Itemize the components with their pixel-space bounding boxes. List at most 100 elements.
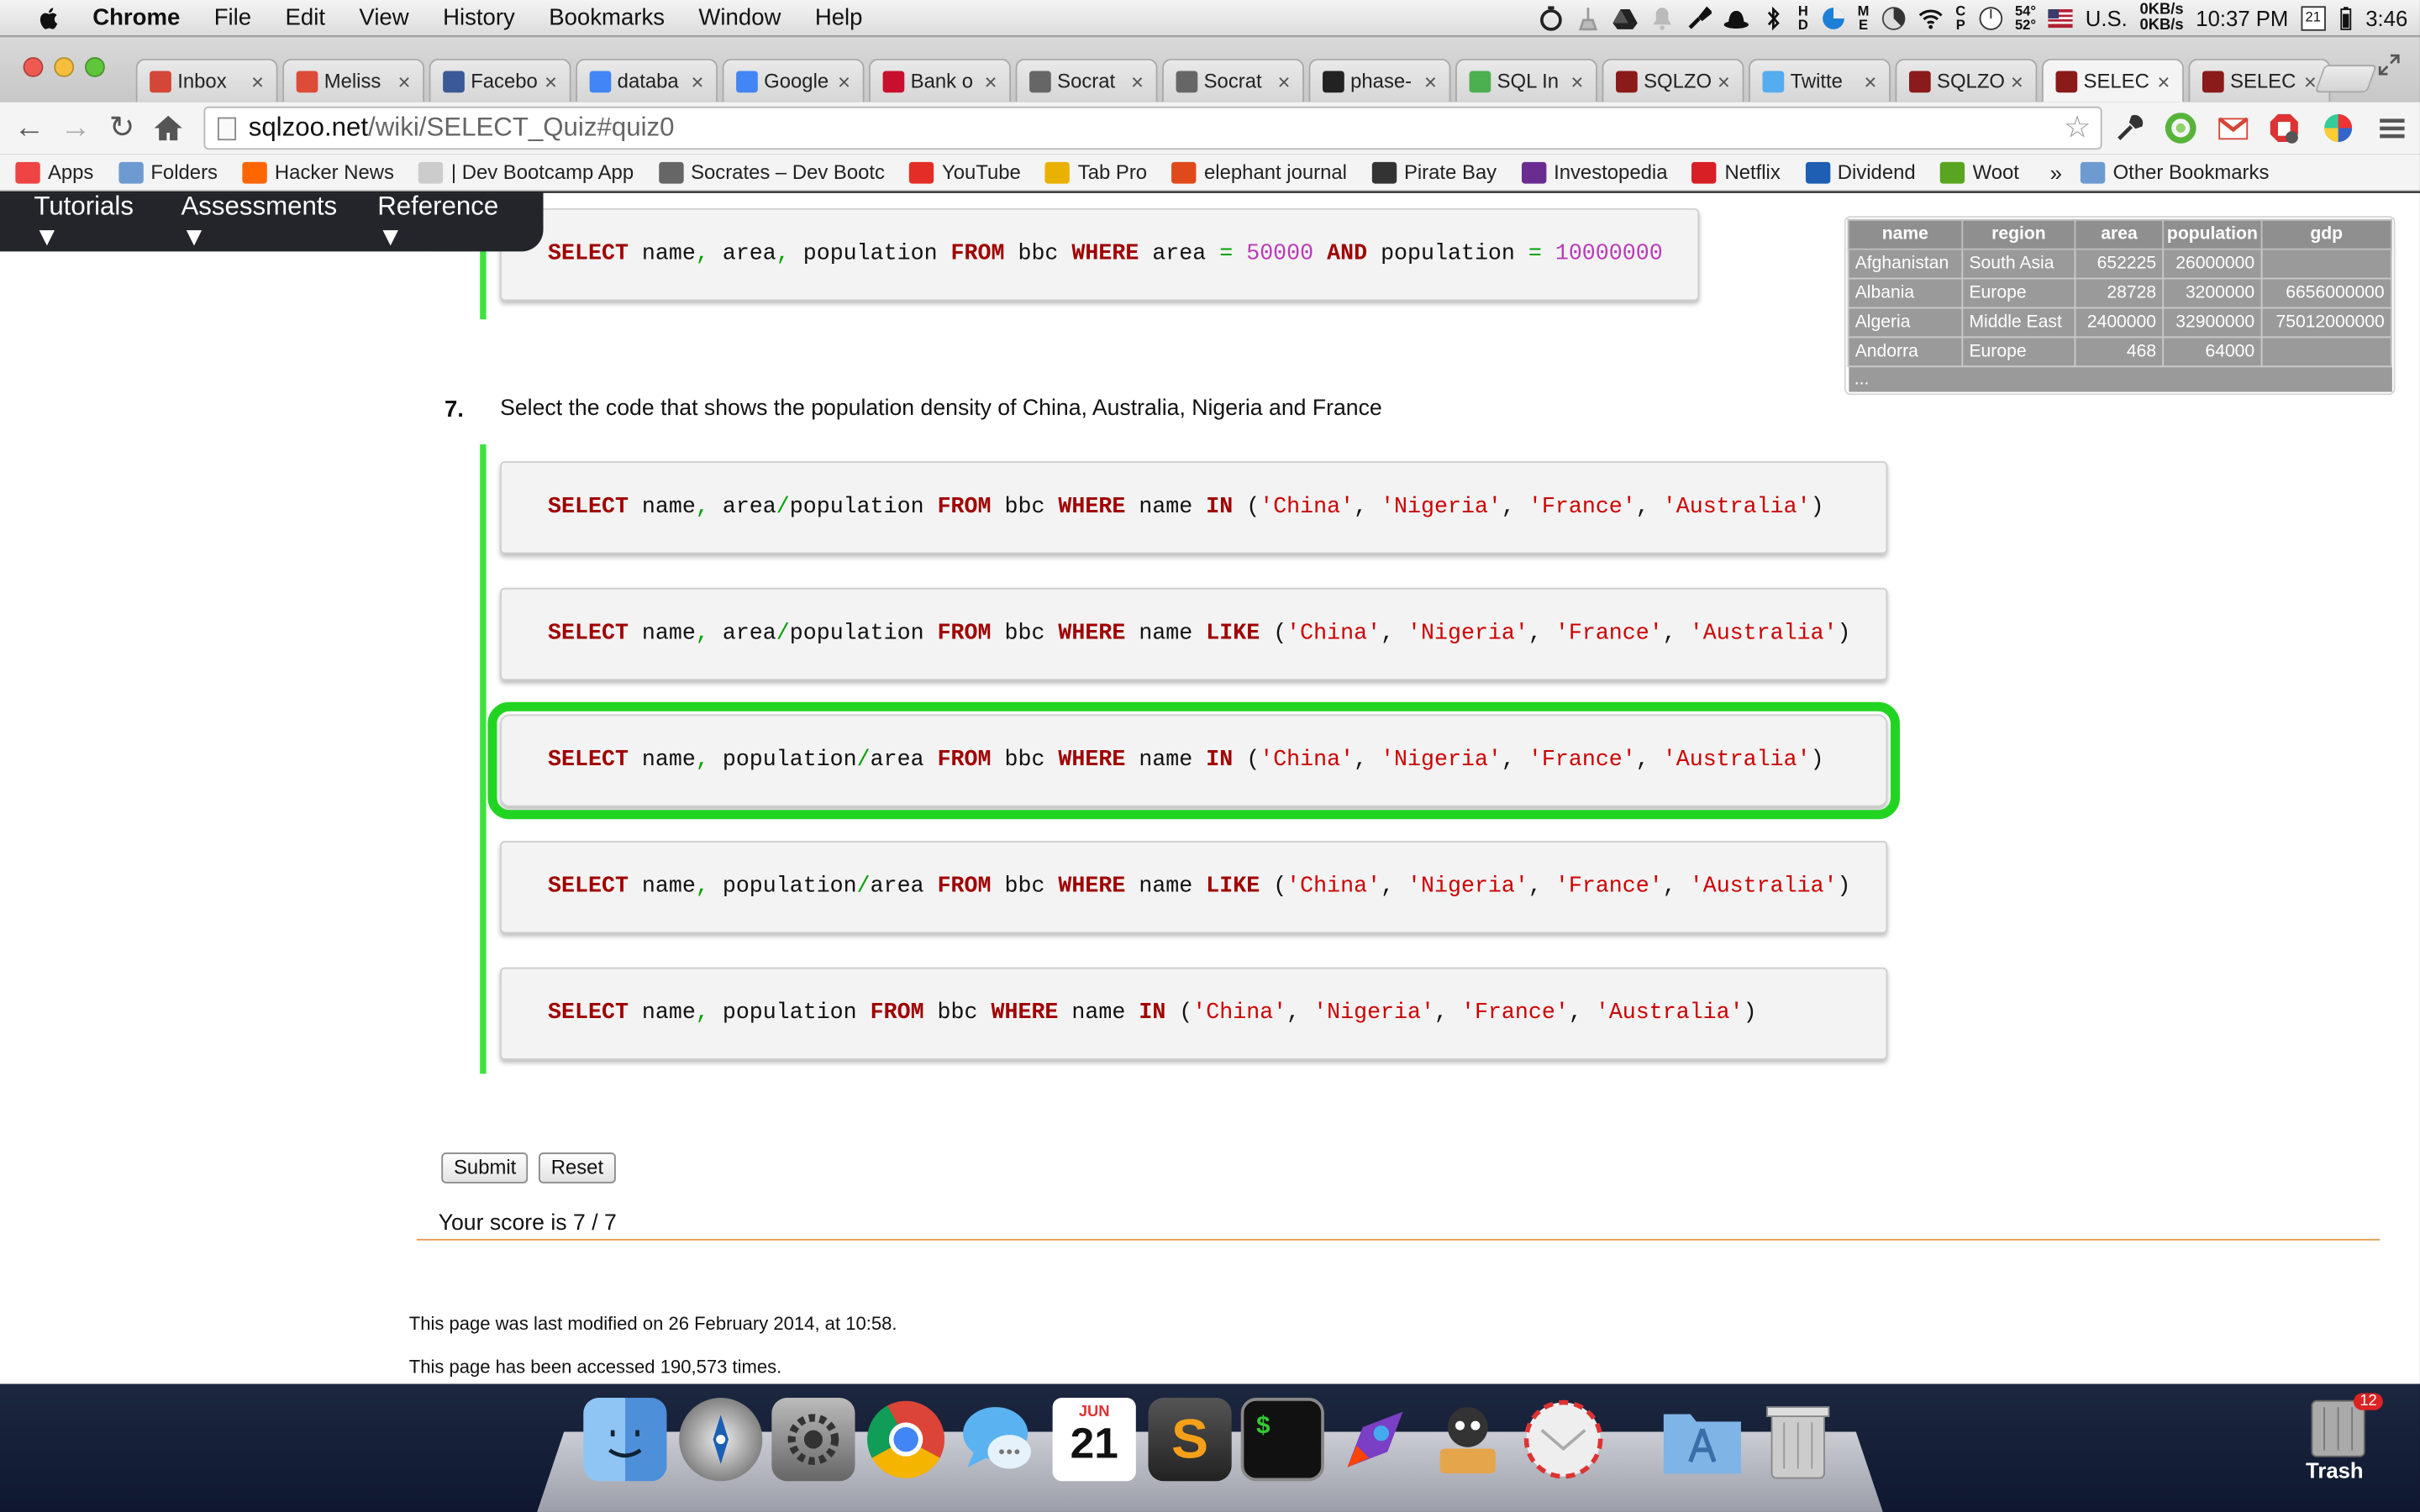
window-minimize-button[interactable] [54, 56, 75, 77]
input-source-label[interactable]: U.S. [2086, 6, 2128, 30]
tab-close-icon[interactable]: × [2157, 69, 2170, 93]
pliers-tool-icon[interactable] [1687, 6, 1712, 30]
notification-bell-icon[interactable] [1650, 6, 1675, 30]
bookmark-item[interactable]: Pirate Bay [1371, 160, 1497, 184]
tab-close-icon[interactable]: × [1277, 69, 1290, 93]
tab-6[interactable]: Socrat × [1015, 58, 1158, 102]
address-bar[interactable]: sqlzoo.net/wiki/SELECT_Quiz#quiz0 ☆ [203, 106, 2102, 150]
tab-11[interactable]: Twitte × [1748, 58, 1891, 102]
fullscreen-icon[interactable] [2377, 52, 2402, 76]
reset-button[interactable]: Reset [539, 1152, 616, 1184]
answer-option[interactable]: SELECT name, population FROM bbc WHERE n… [500, 967, 1888, 1060]
finder-icon[interactable] [583, 1398, 667, 1482]
tab-close-icon[interactable]: × [838, 69, 850, 93]
clock[interactable]: 10:37 PM [2196, 6, 2288, 30]
tab-12[interactable]: SQLZO × [1895, 58, 2038, 102]
bookmark-item[interactable]: YouTube [909, 160, 1021, 184]
answer-option[interactable]: SELECT name, area/population FROM bbc WH… [500, 587, 1888, 680]
answer-option[interactable]: SELECT name, area/population FROM bbc WH… [500, 461, 1888, 554]
bowler-hat-icon[interactable] [1723, 6, 1749, 30]
battery-icon[interactable] [2338, 6, 2353, 30]
tab-close-icon[interactable]: × [2011, 69, 2023, 93]
submit-button[interactable]: Submit [441, 1152, 529, 1184]
tab-4[interactable]: Google × [722, 58, 865, 102]
bluetooth-icon[interactable] [1761, 6, 1786, 31]
apple-icon[interactable] [31, 5, 65, 29]
messages-icon[interactable] [957, 1398, 1040, 1481]
rocket-app-icon[interactable] [1334, 1398, 1417, 1481]
maps-compass-icon[interactable] [679, 1398, 763, 1482]
chrome-icon[interactable] [865, 1398, 948, 1481]
window-close-button[interactable] [23, 56, 44, 77]
broom-icon[interactable] [1576, 6, 1600, 31]
chrome-menu-icon[interactable] [2377, 113, 2408, 144]
tab-14[interactable]: SELEC × [2188, 58, 2331, 102]
tab-close-icon[interactable]: × [251, 69, 264, 93]
tab-9[interactable]: SQL In × [1455, 58, 1597, 102]
tab-1[interactable]: Meliss × [282, 58, 425, 102]
wifi-icon[interactable] [1918, 6, 1943, 30]
tab-10[interactable]: SQLZO × [1602, 58, 1744, 102]
answer-option-correct[interactable]: SELECT name, population/area FROM bbc WH… [487, 701, 1900, 820]
bookmark-item[interactable]: | Dev Bootcamp App [418, 160, 634, 184]
bookmark-item[interactable]: Investopedia [1521, 160, 1667, 184]
github-desktop-icon[interactable] [1426, 1398, 1509, 1481]
back-icon[interactable]: ← [13, 111, 46, 144]
tab-close-icon[interactable]: × [1570, 69, 1583, 93]
tab-3[interactable]: databa × [576, 58, 718, 102]
bookmark-other-bookmarks[interactable]: Other Bookmarks [2081, 160, 2269, 184]
terminal-icon[interactable]: $ [1240, 1398, 1324, 1482]
tab-close-icon[interactable]: × [1131, 69, 1144, 93]
bookmark-item[interactable]: Woot [1940, 160, 2019, 184]
new-tab-button[interactable] [2314, 65, 2378, 93]
menu-help[interactable]: Help [815, 5, 863, 31]
tab-2[interactable]: Facebo × [429, 58, 571, 102]
menu-window[interactable]: Window [698, 5, 781, 31]
bookmark-item[interactable]: Folders [118, 160, 218, 184]
refresh-extension-icon[interactable] [2165, 113, 2196, 144]
tab-close-icon[interactable]: × [1718, 69, 1730, 93]
airmail-icon[interactable] [1522, 1398, 1605, 1481]
window-zoom-button[interactable] [85, 56, 105, 77]
system-preferences-icon[interactable] [771, 1398, 855, 1482]
home-icon[interactable] [153, 114, 184, 142]
google-drive-icon[interactable] [1612, 6, 1638, 30]
tab-0[interactable]: Inbox × [135, 58, 278, 102]
menu-bookmarks[interactable]: Bookmarks [549, 5, 665, 31]
nav-tutorials[interactable]: Tutorials ▼ [34, 193, 150, 254]
color-picker-icon[interactable] [2323, 113, 2354, 144]
tab-close-icon[interactable]: × [2304, 69, 2317, 93]
weather-readout[interactable]: 54° 52° [2015, 4, 2036, 33]
tab-close-icon[interactable]: × [1424, 69, 1437, 93]
tab-close-icon[interactable]: × [691, 69, 703, 93]
bookmark-star-icon[interactable]: ☆ [2064, 108, 2091, 149]
menu-history[interactable]: History [443, 5, 515, 31]
tab-close-icon[interactable]: × [398, 69, 411, 93]
wrench-extension-icon[interactable] [2114, 113, 2145, 144]
calendar-mini-icon[interactable]: 21 [2301, 6, 2326, 31]
applications-folder-icon[interactable] [1660, 1398, 1744, 1481]
reload-icon[interactable]: ↻ [105, 111, 139, 144]
menu-edit[interactable]: Edit [286, 5, 325, 31]
tab-close-icon[interactable]: × [1864, 69, 1876, 93]
calendar-icon[interactable]: JUN 21 [1052, 1398, 1136, 1482]
previous-answer-option[interactable]: SELECT name, area, population FROM bbc W… [500, 207, 1700, 302]
menu-app-chrome[interactable]: Chrome [92, 5, 180, 31]
tab-close-icon[interactable]: × [544, 69, 557, 93]
menu-file[interactable]: File [214, 5, 251, 31]
tab-8[interactable]: phase- × [1308, 58, 1451, 102]
bookmark-item[interactable]: Tab Pro [1045, 160, 1147, 184]
nav-assessments[interactable]: Assessments ▼ [181, 193, 346, 254]
tab-close-icon[interactable]: × [984, 69, 997, 93]
tab-7[interactable]: Socrat × [1162, 58, 1305, 102]
battery-time[interactable]: 3:46 [2365, 6, 2407, 30]
bookmark-item[interactable]: Dividend [1805, 160, 1916, 184]
menu-view[interactable]: View [359, 5, 408, 31]
sublime-text-icon[interactable]: S [1148, 1398, 1232, 1482]
bookmark-item[interactable]: Socrates – Dev Bootc [658, 160, 885, 184]
bookmark-item[interactable]: Apps [15, 160, 93, 184]
gmail-checker-icon[interactable] [2217, 113, 2249, 144]
adblock-icon[interactable] [2269, 113, 2300, 144]
timer-icon[interactable] [1539, 6, 1563, 31]
bookmarks-overflow-chevron[interactable]: » [2050, 160, 2062, 184]
